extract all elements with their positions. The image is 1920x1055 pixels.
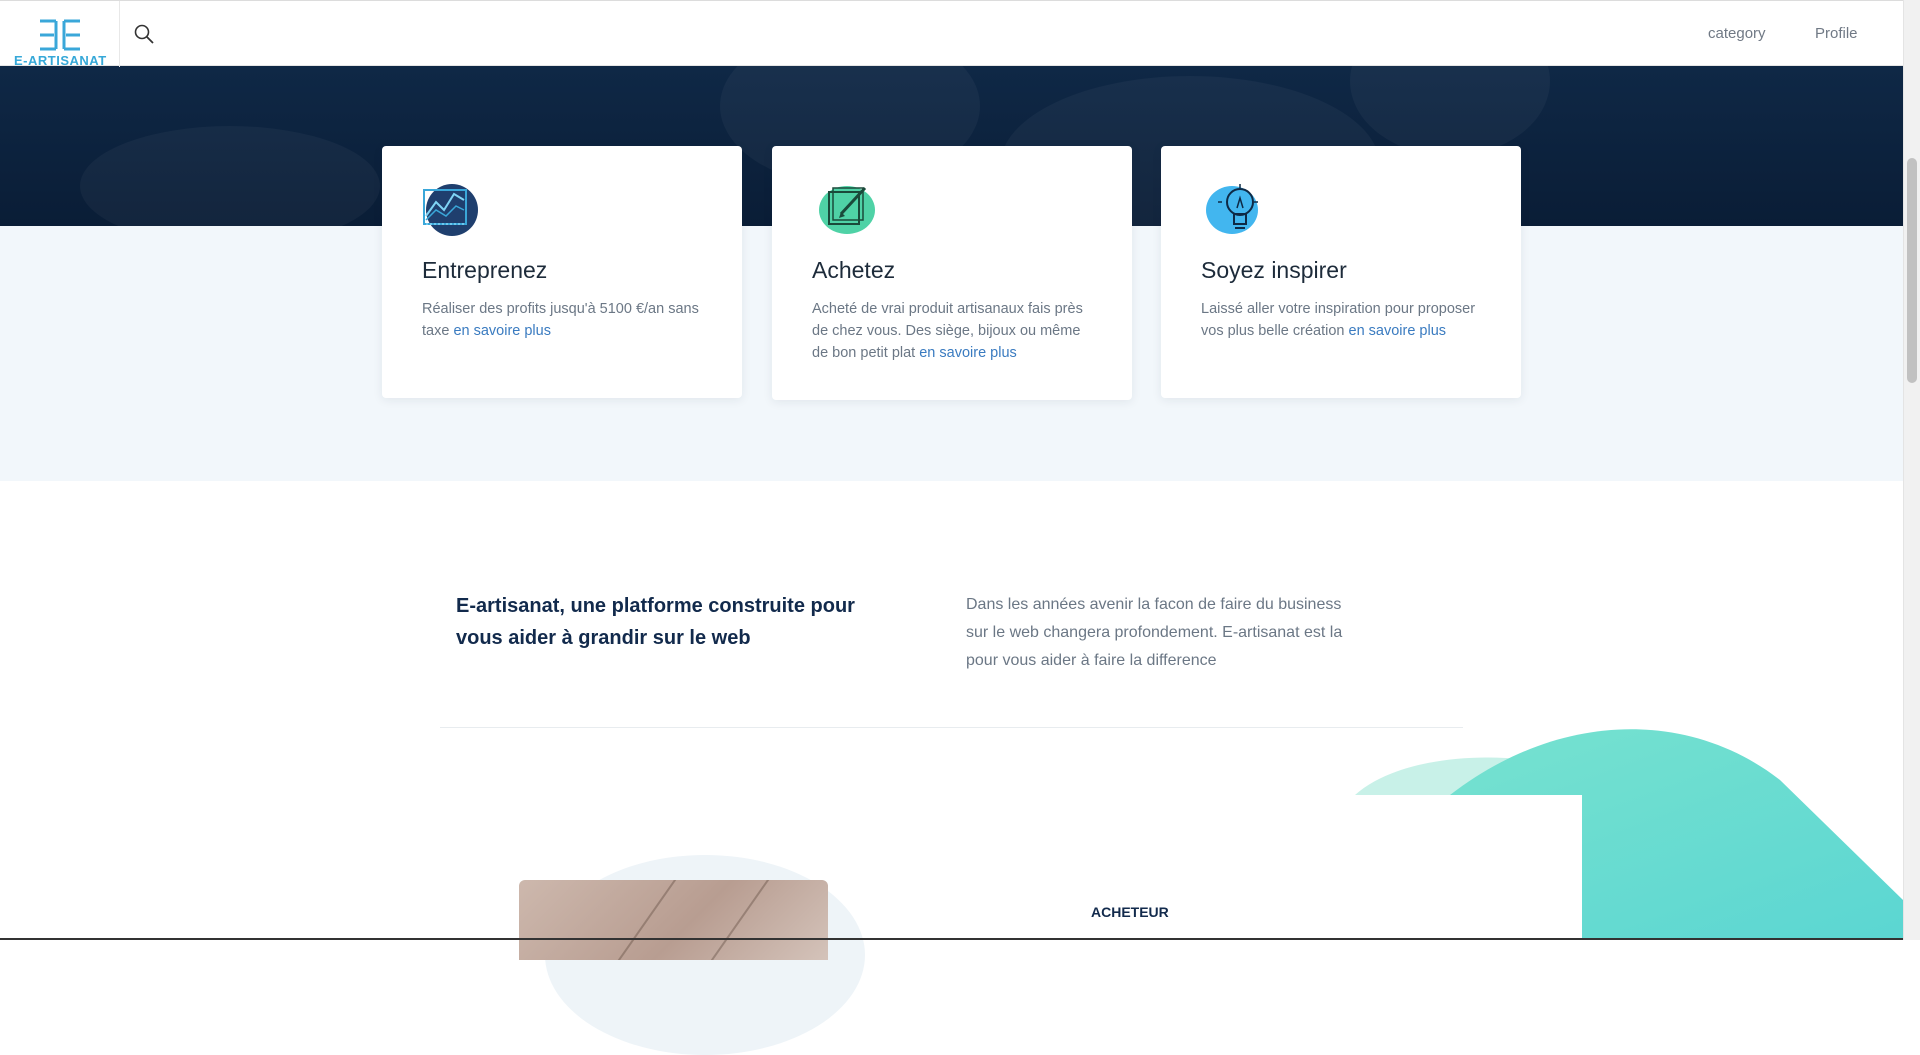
card-text: Réaliser des profits jusqu'à 5100 €/an s… <box>422 301 699 339</box>
feature-card-entreprenez: Entreprenez Réaliser des profits jusqu'à… <box>382 146 742 398</box>
learn-more-link[interactable]: en savoire plus <box>1349 323 1447 339</box>
card-title: Entreprenez <box>422 257 548 283</box>
scrollbar-thumb[interactable] <box>1907 158 1917 383</box>
logo-text: E-ARTISANAT <box>14 53 107 68</box>
chart-icon <box>423 184 478 236</box>
decorative-wave <box>1330 729 1903 940</box>
top-navbar: E-ARTISANAT category Profile <box>0 0 1903 68</box>
intro-text: Dans les années avenir la facon de faire… <box>966 596 1343 669</box>
section-divider <box>440 727 1463 728</box>
card-text: Laissé aller votre inspiration pour prop… <box>1201 301 1476 339</box>
notepad-pencil-icon <box>819 186 875 234</box>
feature-card-achetez: Achetez Acheté de vrai produit artisanau… <box>772 146 1132 400</box>
nav-category-link[interactable]: category <box>1708 25 1766 42</box>
learn-more-link[interactable]: en savoire plus <box>453 323 551 339</box>
logo[interactable]: E-ARTISANAT <box>0 1 120 68</box>
intro-heading: E-artisanat, une platforme construite po… <box>456 595 855 649</box>
search-icon[interactable] <box>134 24 154 44</box>
card-title: Soyez inspirer <box>1201 257 1347 283</box>
logo-icon <box>40 19 80 51</box>
lightbulb-icon <box>1206 184 1258 234</box>
feature-card-inspirer: Soyez inspirer Laissé aller votre inspir… <box>1161 146 1521 398</box>
section-label: ACHETEUR <box>1091 904 1169 920</box>
product-image <box>519 880 828 960</box>
page-scrollbar[interactable] <box>1903 0 1920 940</box>
card-title: Achetez <box>812 257 896 283</box>
nav-profile-link[interactable]: Profile <box>1815 25 1858 42</box>
card-text: Acheté de vrai produit artisanaux fais p… <box>812 301 1083 361</box>
learn-more-link[interactable]: en savoire plus <box>919 345 1017 361</box>
